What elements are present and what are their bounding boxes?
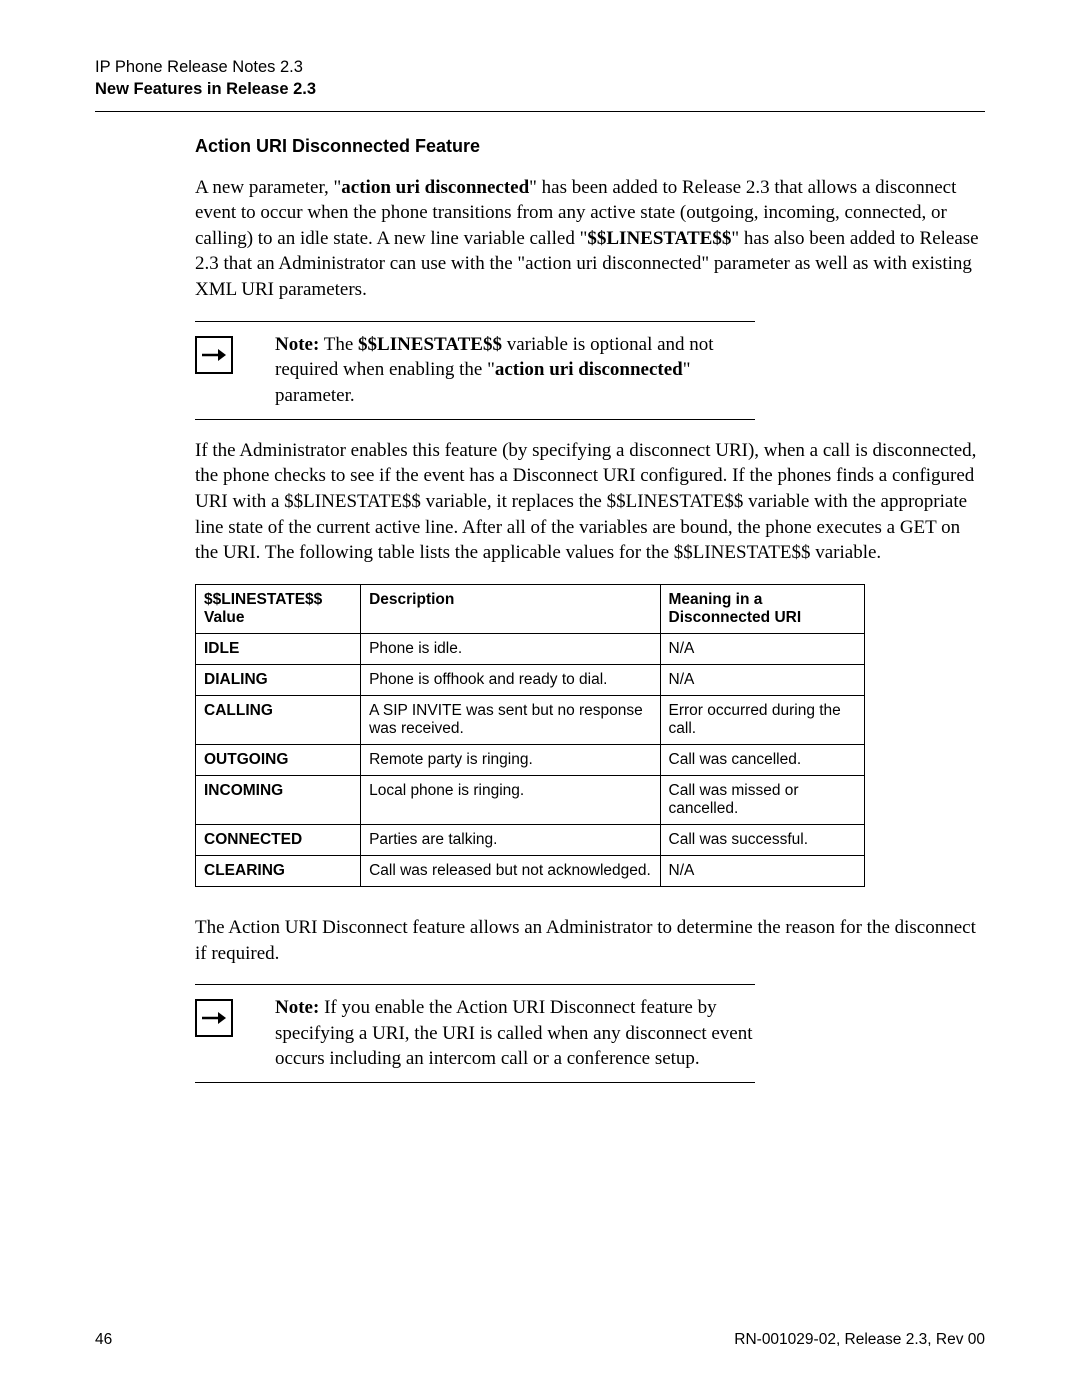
page-number: 46	[95, 1331, 112, 1349]
table-row: CLEARINGCall was released but not acknow…	[196, 855, 865, 886]
arrow-right-icon	[195, 999, 233, 1037]
table-row: INCOMINGLocal phone is ringing.Call was …	[196, 775, 865, 824]
paragraph-3: The Action URI Disconnect feature allows…	[195, 915, 985, 966]
note-rule	[195, 1082, 755, 1083]
footer: 46 RN-001029-02, Release 2.3, Rev 00	[95, 1331, 985, 1349]
note-text-2: Note: If you enable the Action URI Disco…	[275, 995, 755, 1072]
cell-value: CLEARING	[196, 855, 361, 886]
document-page: IP Phone Release Notes 2.3 New Features …	[0, 0, 1080, 1397]
cell-desc: Parties are talking.	[361, 824, 660, 855]
cell-desc: Local phone is ringing.	[361, 775, 660, 824]
cell-value: OUTGOING	[196, 744, 361, 775]
cell-desc: Phone is idle.	[361, 633, 660, 664]
cell-meaning: N/A	[660, 664, 865, 695]
col-header-desc: Description	[361, 584, 660, 633]
cell-value: DIALING	[196, 664, 361, 695]
cell-desc: A SIP INVITE was sent but no response wa…	[361, 695, 660, 744]
cell-meaning: N/A	[660, 855, 865, 886]
cell-meaning: Error occurred during the call.	[660, 695, 865, 744]
table-row: IDLEPhone is idle.N/A	[196, 633, 865, 664]
note-block-1: Note: The $$LINESTATE$$ variable is opti…	[195, 321, 985, 420]
note-rule	[195, 419, 755, 420]
arrow-right-icon	[195, 336, 233, 374]
cell-desc: Phone is offhook and ready to dial.	[361, 664, 660, 695]
cell-meaning: Call was cancelled.	[660, 744, 865, 775]
cell-value: CONNECTED	[196, 824, 361, 855]
table-row: OUTGOINGRemote party is ringing.Call was…	[196, 744, 865, 775]
cell-meaning: N/A	[660, 633, 865, 664]
col-header-meaning: Meaning in a Disconnected URI	[660, 584, 865, 633]
note-text-1: Note: The $$LINESTATE$$ variable is opti…	[275, 332, 755, 409]
section-title: Action URI Disconnected Feature	[195, 136, 985, 157]
table-row: CONNECTEDParties are talking.Call was su…	[196, 824, 865, 855]
running-header: IP Phone Release Notes 2.3 New Features …	[95, 56, 985, 101]
paragraph-1: A new parameter, "action uri disconnecte…	[195, 175, 985, 303]
cell-value: CALLING	[196, 695, 361, 744]
cell-desc: Remote party is ringing.	[361, 744, 660, 775]
header-rule	[95, 111, 985, 112]
doc-id: RN-001029-02, Release 2.3, Rev 00	[734, 1331, 985, 1349]
note-block-2: Note: If you enable the Action URI Disco…	[195, 984, 985, 1083]
table-row: DIALINGPhone is offhook and ready to dia…	[196, 664, 865, 695]
table-row: CALLINGA SIP INVITE was sent but no resp…	[196, 695, 865, 744]
cell-desc: Call was released but not acknowledged.	[361, 855, 660, 886]
cell-value: IDLE	[196, 633, 361, 664]
header-line-1: IP Phone Release Notes 2.3	[95, 56, 985, 78]
cell-meaning: Call was missed or cancelled.	[660, 775, 865, 824]
linestate-table: $$LINESTATE$$ Value Description Meaning …	[195, 584, 865, 887]
col-header-value: $$LINESTATE$$ Value	[196, 584, 361, 633]
cell-value: INCOMING	[196, 775, 361, 824]
paragraph-2: If the Administrator enables this featur…	[195, 438, 985, 566]
header-line-2: New Features in Release 2.3	[95, 78, 985, 100]
cell-meaning: Call was successful.	[660, 824, 865, 855]
content-area: Action URI Disconnected Feature A new pa…	[195, 136, 985, 1084]
